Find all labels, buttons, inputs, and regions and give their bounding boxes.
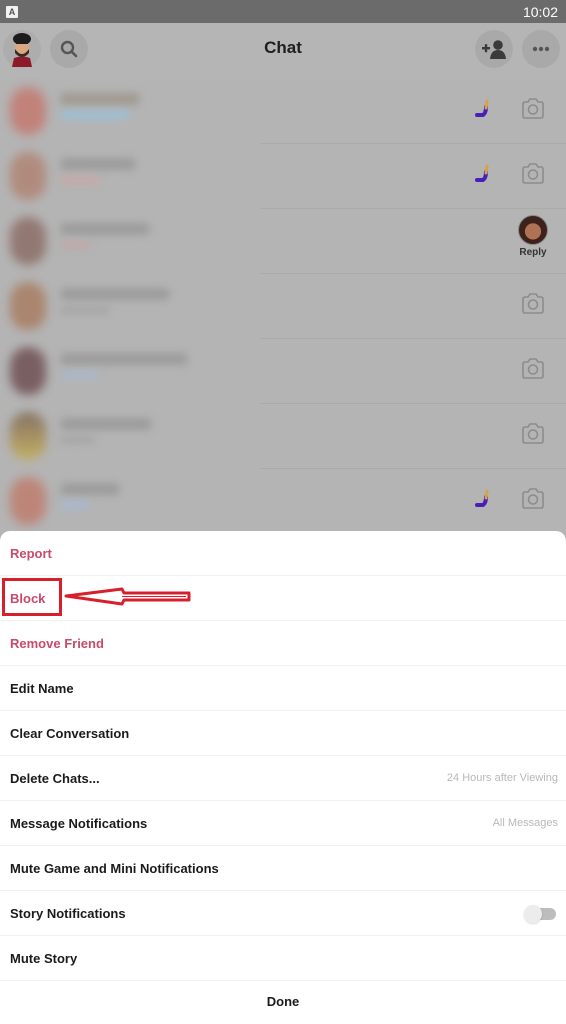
- reply-label: Reply: [519, 247, 547, 258]
- camera-icon[interactable]: [520, 487, 546, 511]
- chat-status-blurred: [60, 176, 100, 184]
- more-options-button[interactable]: [522, 30, 560, 68]
- friend-name-blurred: [60, 353, 188, 365]
- friend-name-blurred: [60, 158, 136, 170]
- friend-avatar: [10, 347, 46, 395]
- report-option[interactable]: Report: [0, 531, 566, 576]
- toggle-knob: [524, 905, 542, 923]
- message-notifications-option[interactable]: Message Notifications All Messages: [0, 801, 566, 846]
- chat-header: Chat: [0, 23, 566, 79]
- friend-name-blurred: [60, 93, 140, 105]
- camera-icon[interactable]: [520, 97, 546, 121]
- story-notifications-toggle[interactable]: [524, 905, 558, 923]
- friend-avatar: [10, 477, 46, 525]
- chat-list-item[interactable]: [0, 274, 566, 339]
- wave-emoji-icon: [475, 489, 489, 507]
- friend-avatar: [10, 152, 46, 200]
- friend-name-blurred: [60, 483, 120, 495]
- mute-story-option[interactable]: Mute Story: [0, 936, 566, 981]
- camera-icon[interactable]: [520, 357, 546, 381]
- annotation-arrow-icon: [64, 587, 191, 606]
- chat-status-blurred: [60, 371, 100, 379]
- chat-status-blurred: [60, 501, 90, 509]
- wave-emoji-icon: [475, 99, 489, 117]
- chat-status-blurred: [60, 111, 130, 119]
- option-label: Message Notifications: [10, 815, 148, 831]
- chat-list-item[interactable]: [0, 79, 566, 144]
- camera-icon[interactable]: [520, 162, 546, 186]
- friend-story-avatar: [518, 215, 548, 245]
- chat-list: Reply: [0, 79, 566, 539]
- annotation-highlight-box: [2, 578, 62, 616]
- friend-avatar: [10, 282, 46, 330]
- chat-list-item[interactable]: [0, 144, 566, 209]
- mute-game-notifications-option[interactable]: Mute Game and Mini Notifications: [0, 846, 566, 891]
- friend-name-blurred: [60, 418, 152, 430]
- clear-conversation-option[interactable]: Clear Conversation: [0, 711, 566, 756]
- chat-list-item[interactable]: [0, 339, 566, 404]
- wave-emoji-icon: [475, 164, 489, 182]
- more-icon: [532, 46, 550, 52]
- option-label: Story Notifications: [10, 905, 126, 921]
- friend-avatar: [10, 217, 46, 265]
- add-friend-button[interactable]: [475, 30, 513, 68]
- friend-name-blurred: [60, 223, 150, 235]
- option-label: Mute Game and Mini Notifications: [10, 860, 219, 876]
- friend-avatar: [10, 412, 46, 460]
- chat-list-item[interactable]: [0, 404, 566, 469]
- camera-icon[interactable]: [520, 422, 546, 446]
- camera-icon[interactable]: [520, 292, 546, 316]
- app-notification-icon: A: [6, 5, 18, 18]
- message-notifications-value: All Messages: [492, 817, 558, 829]
- chat-status-blurred: [60, 241, 90, 249]
- friend-avatar: [10, 87, 46, 135]
- status-bar: A 10:02: [0, 0, 566, 23]
- add-friend-icon: [482, 40, 506, 59]
- done-button[interactable]: Done: [0, 979, 566, 1023]
- chat-status-blurred: [60, 436, 95, 444]
- friend-name-blurred: [60, 288, 170, 300]
- delete-chats-option[interactable]: Delete Chats... 24 Hours after Viewing: [0, 756, 566, 801]
- chat-list-item[interactable]: Reply: [0, 209, 566, 274]
- reply-button[interactable]: Reply: [517, 215, 549, 258]
- remove-friend-option[interactable]: Remove Friend: [0, 621, 566, 666]
- status-time: 10:02: [522, 3, 558, 20]
- option-label: Report: [10, 545, 52, 561]
- option-label: Edit Name: [10, 680, 74, 696]
- option-label: Mute Story: [10, 950, 78, 966]
- option-label: Clear Conversation: [10, 725, 130, 741]
- edit-name-option[interactable]: Edit Name: [0, 666, 566, 711]
- option-label: Remove Friend: [10, 635, 104, 651]
- option-label: Delete Chats...: [10, 770, 100, 786]
- chat-list-item[interactable]: [0, 469, 566, 534]
- chat-status-blurred: [60, 306, 110, 314]
- story-notifications-option: Story Notifications: [0, 891, 566, 936]
- delete-chats-value: 24 Hours after Viewing: [446, 772, 558, 784]
